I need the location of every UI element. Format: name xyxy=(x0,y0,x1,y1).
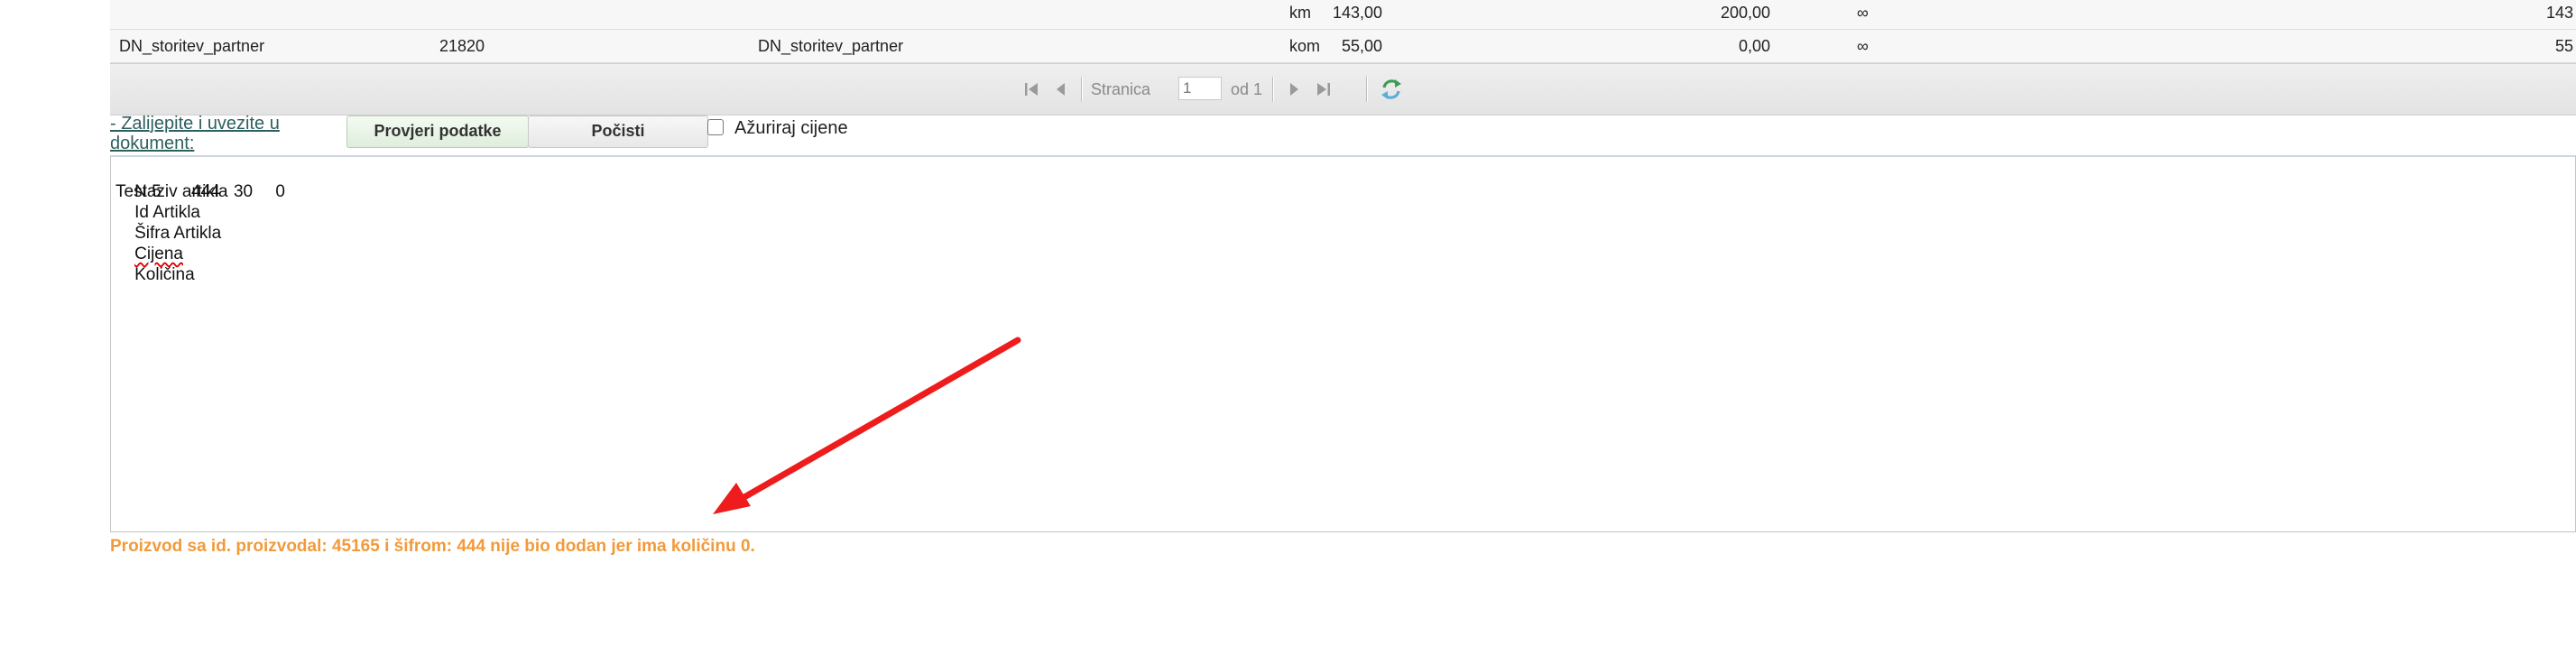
pager-divider xyxy=(1081,77,1083,102)
annotation-arrow xyxy=(713,337,1021,514)
pager-divider xyxy=(1366,77,1368,102)
cell-value: 0,00 xyxy=(1738,37,1770,55)
table-row[interactable]: DN_storitev_partner 21820 DN_storitev_pa… xyxy=(110,30,2576,63)
update-prices-label: Ažuriraj cijene xyxy=(734,118,848,138)
update-prices-checkbox[interactable] xyxy=(707,119,724,135)
cell-name2: DN_storitev_partner xyxy=(758,37,904,55)
next-page-icon[interactable] xyxy=(1281,77,1306,102)
check-data-button[interactable]: Provjeri podatke xyxy=(346,115,529,148)
table-row[interactable]: 143,00 km 200,00 ∞ 143 xyxy=(110,0,2576,30)
refresh-icon[interactable] xyxy=(1377,75,1406,104)
page-number-input[interactable] xyxy=(1178,77,1222,100)
pager-divider xyxy=(1272,77,1274,102)
row-item-id: 444 xyxy=(190,182,220,201)
prev-page-icon[interactable] xyxy=(1048,77,1074,102)
header-item-code: Šifra Artikla xyxy=(134,224,222,243)
header-item-quantity: Količina xyxy=(134,265,195,284)
cell-name: DN_storitev_partner xyxy=(119,37,265,55)
textarea-data-line: Test 5 444 30 0 xyxy=(115,181,294,202)
header-item-price: Cijena xyxy=(134,245,183,263)
row-item-price: 30 xyxy=(233,182,254,201)
warning-message: Proizvod sa id. proizvodal: 45165 i šifr… xyxy=(110,537,755,556)
cell-id: 21820 xyxy=(439,37,485,55)
row-item-quantity: 0 xyxy=(275,182,285,201)
cell-last: 55 xyxy=(2554,37,2573,55)
cell-value: 200,00 xyxy=(1720,4,1770,22)
pager-bar: Stranica od 1 xyxy=(110,63,2576,115)
page-count-label: od 1 xyxy=(1231,80,1263,98)
last-page-icon[interactable] xyxy=(1310,77,1335,102)
paste-textarea[interactable]: Naziv artikla Id Artikla Šifra Artikla C… xyxy=(110,155,2576,532)
clear-button[interactable]: Počisti xyxy=(528,115,708,148)
first-page-icon[interactable] xyxy=(1020,77,1045,102)
row-item-name: Test 5 xyxy=(115,182,162,201)
products-grid: 143,00 km 200,00 ∞ 143 DN_storitev_partn… xyxy=(110,0,2576,115)
cell-unit: km xyxy=(1289,4,1311,22)
paste-import-link[interactable]: - Zalijepite i uvezite u dokument: xyxy=(110,114,309,153)
header-item-id: Id Artikla xyxy=(134,203,200,222)
cell-infinity: ∞ xyxy=(1857,4,1869,22)
cell-unit: kom xyxy=(1289,37,1321,55)
page-label: Stranica xyxy=(1091,80,1151,98)
cell-last: 143 xyxy=(2545,4,2573,22)
cell-infinity: ∞ xyxy=(1857,37,1869,55)
